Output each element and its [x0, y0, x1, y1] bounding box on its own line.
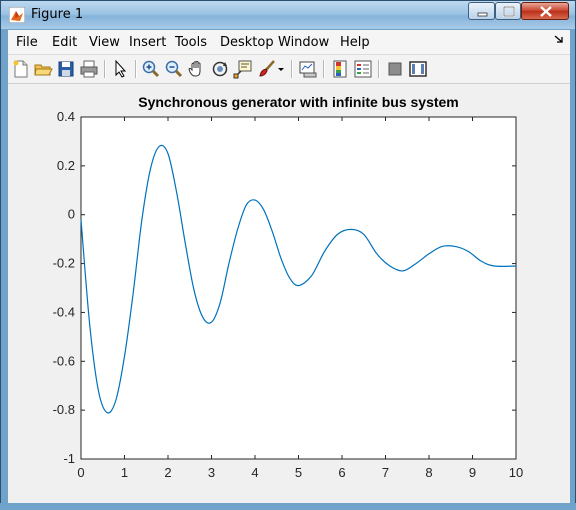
x-tick-label: 5	[295, 465, 302, 480]
toolbar-separator	[378, 60, 380, 78]
rotate-3d-button[interactable]	[210, 59, 230, 79]
x-tick-label: 3	[208, 465, 215, 480]
pan-hand-icon	[188, 60, 201, 77]
x-tick-label: 10	[509, 465, 523, 480]
open-file-icon	[34, 64, 53, 76]
figure-canvas: 0 1 2 3 4 5 6 7 8 9 10 0.4 0.2 0 -0.2 -0.4 -0.6 -0.8 -1 Sy…	[8, 84, 570, 504]
maximize-button[interactable]	[495, 2, 521, 20]
save-icon	[58, 61, 74, 77]
print-icon	[80, 60, 98, 78]
x-tick-label: 2	[164, 465, 171, 480]
window-title: Figure 1	[31, 7, 84, 22]
link-plot-icon	[299, 61, 317, 78]
chart-title: Synchronous generator with infinite bus …	[138, 94, 459, 110]
link-plot-button[interactable]	[298, 59, 318, 79]
y-tick-label: -0.2	[53, 256, 75, 271]
menu-view[interactable]: View	[89, 35, 120, 50]
matlab-logo-icon	[9, 7, 25, 23]
window-bottom-border	[0, 503, 576, 510]
y-tick-label: -0.4	[53, 304, 75, 319]
new-figure-icon	[13, 60, 28, 78]
menu-bar: File Edit View Insert Tools Desktop Wind…	[8, 30, 570, 55]
brush-button[interactable]	[257, 59, 277, 79]
legend-icon	[354, 60, 372, 78]
x-tick-label: 1	[121, 465, 128, 480]
x-tick-label: 6	[338, 465, 345, 480]
brush-dropdown-button[interactable]	[276, 59, 286, 79]
figure-window: Figure 1 File Edit View Insert Tools Des…	[0, 0, 576, 510]
edit-plot-button[interactable]	[110, 59, 130, 79]
toolbar-separator	[104, 60, 106, 78]
y-tick-label: 0.4	[57, 109, 75, 124]
zoom-in-icon	[142, 60, 160, 78]
zoom-out-icon	[165, 60, 183, 78]
menu-desktop[interactable]: Desktop	[220, 35, 274, 50]
insert-colorbar-button[interactable]	[330, 59, 350, 79]
pan-button[interactable]	[187, 59, 207, 79]
x-tick-label: 0	[77, 465, 84, 480]
title-bar[interactable]: Figure 1	[1, 1, 575, 29]
toolbar-separator	[323, 60, 325, 78]
dock-arrow-icon[interactable]	[554, 34, 564, 44]
minimize-icon	[477, 12, 488, 17]
plot-axes-box	[80, 116, 517, 460]
data-cursor-button[interactable]	[233, 59, 253, 79]
close-icon	[540, 6, 552, 17]
y-tick-label: -1	[63, 451, 75, 466]
x-tick-label: 8	[425, 465, 432, 480]
toolbar-separator	[135, 60, 137, 78]
edit-plot-arrow-icon	[115, 59, 127, 78]
brush-icon	[259, 60, 275, 77]
menu-insert[interactable]: Insert	[129, 35, 166, 50]
y-tick-label: 0.2	[57, 158, 75, 173]
figure-client-area: File Edit View Insert Tools Desktop Wind…	[8, 30, 570, 504]
zoom-in-button[interactable]	[141, 59, 161, 79]
show-plot-tools-button[interactable]	[408, 59, 428, 79]
zoom-out-button[interactable]	[164, 59, 184, 79]
toolbar-separator	[291, 60, 293, 78]
x-tick-label: 9	[469, 465, 476, 480]
rotate-3d-icon	[212, 61, 228, 77]
y-tick-label: -0.8	[53, 402, 75, 417]
y-tick-label: -0.6	[53, 353, 75, 368]
x-tick-label: 7	[382, 465, 389, 480]
close-button[interactable]	[521, 2, 569, 20]
figure-toolbar	[8, 55, 570, 84]
menu-tools[interactable]: Tools	[175, 35, 207, 50]
insert-legend-button[interactable]	[353, 59, 373, 79]
minimize-button[interactable]	[468, 2, 495, 20]
menu-help[interactable]: Help	[340, 35, 370, 50]
brush-dropdown-icon	[278, 68, 284, 71]
new-figure-button[interactable]	[11, 59, 31, 79]
print-button[interactable]	[79, 59, 99, 79]
open-file-button[interactable]	[33, 59, 53, 79]
hide-plot-tools-icon	[388, 62, 402, 76]
hide-plot-tools-button[interactable]	[385, 59, 405, 79]
line-chart: 0 1 2 3 4 5 6 7 8 9 10 0.4 0.2 0 -0.2 -0.4 -0.6 -0.8 -1	[53, 109, 524, 480]
menu-file[interactable]: File	[16, 35, 38, 50]
maximize-icon	[503, 6, 515, 17]
menu-window[interactable]: Window	[278, 35, 329, 50]
save-button[interactable]	[56, 59, 76, 79]
y-tick-label: 0	[68, 207, 75, 222]
x-tick-label: 4	[251, 465, 258, 480]
colorbar-icon	[333, 60, 347, 78]
menu-edit[interactable]: Edit	[52, 35, 77, 50]
data-cursor-icon	[233, 60, 252, 79]
show-plot-tools-icon	[409, 61, 427, 77]
